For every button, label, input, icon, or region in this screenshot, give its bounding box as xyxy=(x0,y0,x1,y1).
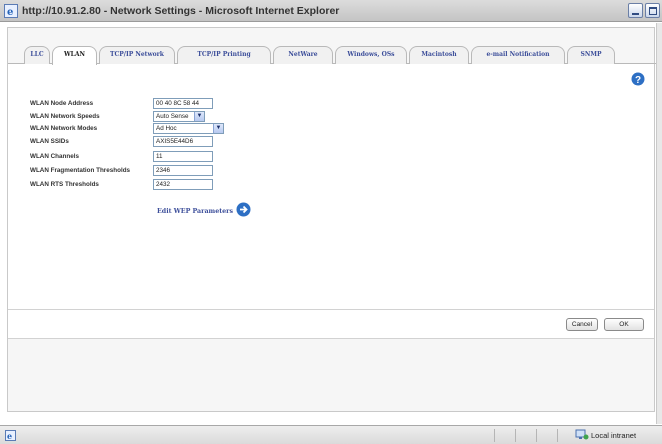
network-modes-label: WLAN Network Modes xyxy=(30,125,98,132)
ssids-label: WLAN SSIDs xyxy=(30,138,69,145)
maximize-button[interactable] xyxy=(645,3,660,18)
node-address-field[interactable]: 00 40 8C 58 44 xyxy=(153,98,213,109)
edit-wep-link[interactable]: Edit WEP Parameters xyxy=(157,208,233,215)
cancel-button[interactable]: Cancel xyxy=(566,318,598,331)
status-divider xyxy=(515,429,516,442)
tab-strip: LLC WLAN TCP/IP Network TCP/IP Printing … xyxy=(8,44,656,65)
ssids-field[interactable]: AXIS5E44D6 xyxy=(153,136,213,147)
arrow-right-circle-icon[interactable] xyxy=(236,202,251,217)
network-speeds-value: Auto Sense xyxy=(156,113,189,120)
zone-label: Local intranet xyxy=(591,431,637,440)
svg-text:?: ? xyxy=(635,75,641,86)
status-divider xyxy=(494,429,495,442)
intranet-icon xyxy=(575,429,589,440)
window-scroll-edge xyxy=(656,23,662,424)
tab-tcpip-printing[interactable]: TCP/IP Printing xyxy=(177,46,271,64)
network-modes-select[interactable]: Ad Hoc ▼ xyxy=(153,123,224,134)
chevron-down-icon: ▼ xyxy=(194,112,204,121)
wlan-panel: ? WLAN Node Address 00 40 8C 58 44 WLAN … xyxy=(8,64,654,314)
network-speeds-select[interactable]: Auto Sense ▼ xyxy=(153,111,205,122)
tab-wlan[interactable]: WLAN xyxy=(52,46,97,65)
help-icon[interactable]: ? xyxy=(631,72,645,86)
button-bar: Cancel OK xyxy=(8,309,654,339)
network-modes-value: Ad Hoc xyxy=(156,125,177,132)
rts-label: WLAN RTS Thresholds xyxy=(30,181,99,188)
tab-snmp[interactable]: SNMP xyxy=(567,46,615,64)
tab-netware[interactable]: NetWare xyxy=(273,46,333,64)
minimize-button[interactable] xyxy=(628,3,643,18)
title-bar: e http://10.91.2.80 - Network Settings -… xyxy=(0,0,662,22)
page-icon: e xyxy=(5,430,16,441)
tab-tcpip-network[interactable]: TCP/IP Network xyxy=(99,46,175,64)
chevron-down-icon: ▼ xyxy=(213,124,223,133)
network-speeds-label: WLAN Network Speeds xyxy=(30,113,100,120)
tab-llc[interactable]: LLC xyxy=(24,46,50,64)
tab-email-notification[interactable]: e-mail Notification xyxy=(471,46,565,64)
status-divider xyxy=(557,429,558,442)
svg-text:e: e xyxy=(7,7,13,18)
window-title: http://10.91.2.80 - Network Settings - M… xyxy=(22,5,340,17)
channels-label: WLAN Channels xyxy=(30,153,79,160)
ie-icon: e xyxy=(4,4,18,18)
channels-field[interactable]: 11 xyxy=(153,151,213,162)
status-divider xyxy=(536,429,537,442)
svg-text:e: e xyxy=(7,431,12,441)
fragmentation-label: WLAN Fragmentation Thresholds xyxy=(30,167,131,174)
rts-field[interactable]: 2432 xyxy=(153,179,213,190)
status-bar: e Local intranet xyxy=(0,425,662,444)
settings-container: LLC WLAN TCP/IP Network TCP/IP Printing … xyxy=(7,27,656,412)
node-address-label: WLAN Node Address xyxy=(30,100,94,107)
ok-button[interactable]: OK xyxy=(604,318,644,331)
tab-windows-oss[interactable]: Windows, OSs xyxy=(335,46,407,64)
fragmentation-field[interactable]: 2346 xyxy=(153,165,213,176)
tab-macintosh[interactable]: Macintosh xyxy=(409,46,469,64)
